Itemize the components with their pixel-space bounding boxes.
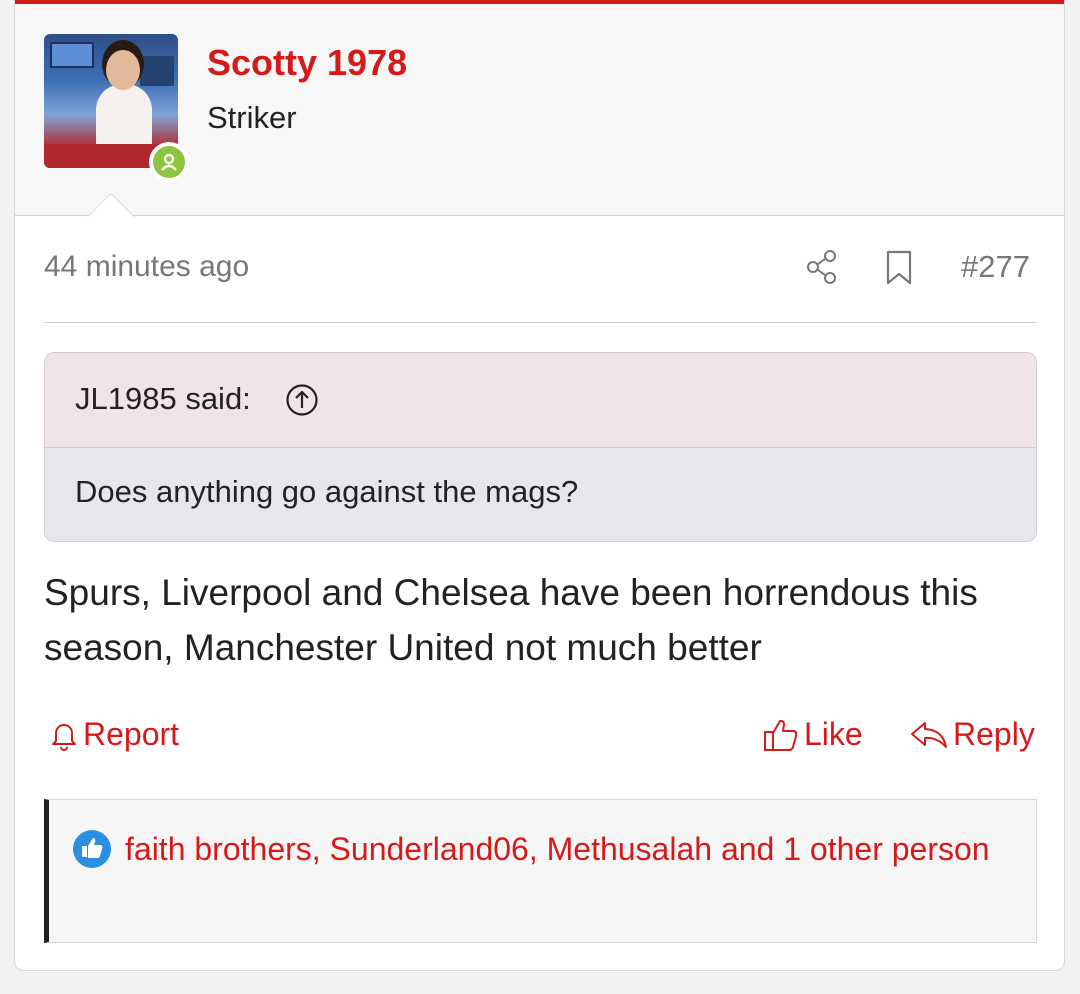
post-timestamp[interactable]: 44 minutes ago	[44, 250, 249, 284]
quote-header: JL1985 said:	[45, 353, 1036, 448]
avatar-figure-head	[106, 50, 140, 90]
online-status-badge	[149, 142, 189, 182]
reaction-users[interactable]: faith brothers, Sunderland06, Methusalah…	[71, 824, 991, 874]
reply-button[interactable]: Reply	[909, 716, 1035, 753]
like-button[interactable]: Like	[762, 716, 863, 753]
like-label: Like	[804, 716, 863, 752]
author-name[interactable]: Scotty 1978	[207, 42, 407, 84]
quote-text: Does anything go against the mags?	[75, 474, 579, 509]
share-icon[interactable]	[805, 248, 839, 286]
header-pointer	[87, 193, 135, 217]
reply-arrow-icon	[911, 721, 947, 748]
bookmark-icon[interactable]	[884, 249, 914, 287]
report-label: Report	[83, 716, 180, 752]
post-message: Spurs, Liverpool and Chelsea have been h…	[44, 572, 978, 668]
arrow-up-circle-icon[interactable]	[285, 383, 319, 417]
divider	[44, 322, 1037, 323]
avatar-background-screen	[140, 56, 174, 86]
avatar-background-screen	[50, 42, 94, 68]
user-header: Scotty 1978 Striker	[15, 4, 1064, 216]
reply-label: Reply	[953, 716, 1035, 752]
post-number[interactable]: #277	[961, 249, 1030, 285]
author-title: Striker	[207, 100, 297, 135]
quote-attribution: JL1985 said:	[75, 381, 251, 416]
reactions-bar[interactable]: faith brothers, Sunderland06, Methusalah…	[44, 799, 1037, 943]
quote-body: Does anything go against the mags?	[45, 448, 1036, 541]
thumbs-up-icon	[764, 719, 798, 751]
post-card: Scotty 1978 Striker 44 minutes ago #277 …	[14, 0, 1065, 971]
quote-block: JL1985 said: Does anything go against th…	[44, 352, 1037, 542]
online-user-icon	[153, 146, 185, 178]
bell-icon	[52, 723, 76, 751]
report-button[interactable]: Report	[49, 716, 179, 753]
